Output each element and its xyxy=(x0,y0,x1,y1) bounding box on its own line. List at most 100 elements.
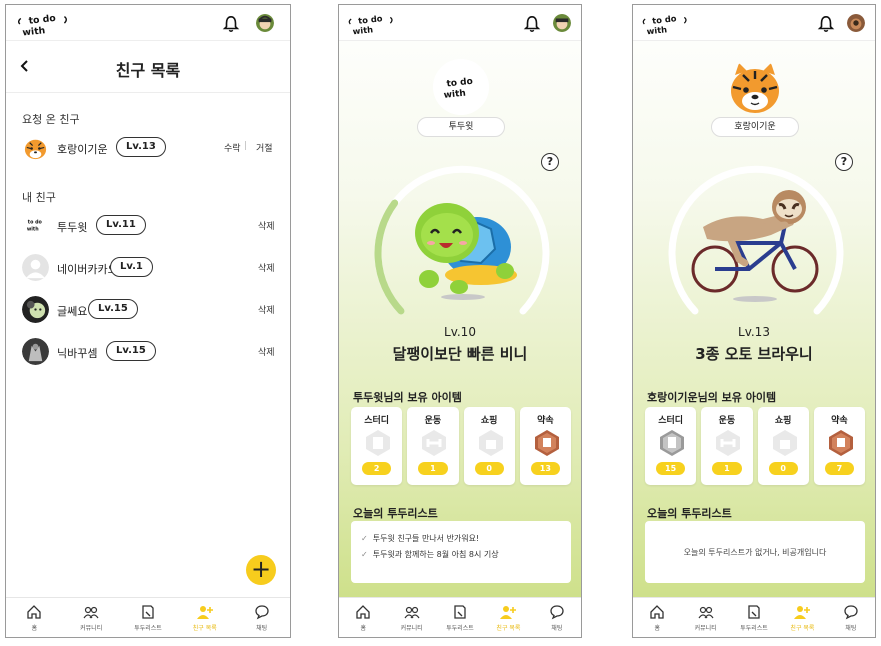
add-friend-icon xyxy=(794,606,811,619)
exercise-badge-icon xyxy=(420,429,448,457)
friend-row: 글쎄요 Lv.15 삭제 xyxy=(22,295,276,325)
nav-home[interactable]: 홈 xyxy=(6,598,63,637)
level-text: Lv.10 xyxy=(444,325,476,339)
friend-name[interactable]: 글쎄요 xyxy=(57,303,87,319)
nav-community[interactable]: 커뮤니티 xyxy=(387,598,435,637)
add-friend-icon xyxy=(196,606,213,619)
item-card-study[interactable]: 스터디 15 xyxy=(645,407,697,485)
chat-icon xyxy=(550,605,564,620)
nav-home[interactable]: 홈 xyxy=(339,598,387,637)
bottom-navigation: 홈 커뮤니티 투두리스트 친구 목록 채팅 xyxy=(633,597,875,637)
page-header: 친구 목록 xyxy=(6,41,290,93)
notification-bell-icon[interactable] xyxy=(817,15,835,33)
divider: | xyxy=(244,141,248,151)
character-name: 달팽이보단 빠른 비니 xyxy=(392,345,528,363)
username-pill: 투두윗 xyxy=(417,117,505,137)
app-logo[interactable]: to do with xyxy=(16,11,72,39)
appointment-badge-icon xyxy=(827,429,855,457)
nav-friends[interactable]: 친구 목록 xyxy=(176,598,233,637)
check-icon: ✓ xyxy=(361,534,368,543)
reject-button[interactable]: 거절 xyxy=(256,141,273,154)
home-icon xyxy=(650,605,664,619)
todo-item: ✓ 투두윗과 함께하는 8월 아침 8시 기상 xyxy=(361,550,499,559)
shopping-badge-icon xyxy=(477,429,505,457)
svg-text:with: with xyxy=(27,226,39,232)
chat-icon xyxy=(254,605,269,620)
item-card-shopping[interactable]: 쇼핑 0 xyxy=(463,407,515,485)
nav-chat[interactable]: 채팅 xyxy=(233,598,290,637)
delete-friend-button[interactable]: 삭제 xyxy=(258,345,275,358)
friend-photo-avatar[interactable] xyxy=(22,338,49,365)
empty-todo-message: 오늘의 투두리스트가 없거나, 비공개입니다 xyxy=(683,548,827,557)
friend-profile-screen: to do with 호랑이기운 ? Lv.13 3종 오토 브라우니 호랑이기… xyxy=(632,4,876,638)
nav-home[interactable]: 홈 xyxy=(633,598,681,637)
default-user-avatar[interactable] xyxy=(22,254,49,281)
page-title: 친구 목록 xyxy=(115,61,181,80)
appointment-badge-icon xyxy=(533,429,561,457)
nav-friends[interactable]: 친구 목록 xyxy=(484,598,532,637)
profile-avatar-icon[interactable] xyxy=(847,14,865,32)
friend-row: to do with 투두윗 Lv.11 삭제 xyxy=(22,211,276,241)
nav-todolist[interactable]: 투두리스트 xyxy=(436,598,484,637)
item-card-study[interactable]: 스터디 2 xyxy=(351,407,403,485)
top-bar: to do with xyxy=(633,5,875,41)
study-badge-icon xyxy=(364,429,392,457)
items-section-title: 투두윗님의 보유 아이템 xyxy=(353,391,462,404)
level-badge: Lv.13 xyxy=(116,137,166,157)
notification-bell-icon[interactable] xyxy=(222,15,240,33)
items-section-title: 호랑이기운님의 보유 아이템 xyxy=(647,391,777,404)
todolist-icon xyxy=(748,605,760,619)
level-text: Lv.13 xyxy=(738,325,770,339)
item-card-exercise[interactable]: 운동 1 xyxy=(701,407,753,485)
todowith-logo-avatar: to do with xyxy=(433,59,489,115)
requests-section-label: 요청 온 친구 xyxy=(22,113,80,126)
friend-request-row: 호랑이기운 Lv.13 수락 | 거절 xyxy=(22,133,276,163)
item-card-shopping[interactable]: 쇼핑 0 xyxy=(757,407,809,485)
svg-text:with: with xyxy=(646,24,667,36)
friend-name[interactable]: 닉바꾸셈 xyxy=(57,345,97,361)
delete-friend-button[interactable]: 삭제 xyxy=(258,261,275,274)
community-icon xyxy=(698,606,714,619)
friend-name[interactable]: 투두윗 xyxy=(57,219,87,235)
nav-friends[interactable]: 친구 목록 xyxy=(778,598,826,637)
nav-chat[interactable]: 채팅 xyxy=(827,598,875,637)
level-badge: Lv.15 xyxy=(88,299,138,319)
notification-bell-icon[interactable] xyxy=(523,15,541,33)
item-card-exercise[interactable]: 운동 1 xyxy=(407,407,459,485)
turtle-character-image xyxy=(395,185,527,303)
item-card-appointment[interactable]: 약속 7 xyxy=(813,407,865,485)
add-friend-fab-button[interactable]: + xyxy=(246,555,276,585)
owned-items: 스터디 2 운동 1 쇼핑 0 약속 13 xyxy=(351,407,571,485)
delete-friend-button[interactable]: 삭제 xyxy=(258,303,275,316)
help-button[interactable]: ? xyxy=(835,153,853,171)
delete-friend-button[interactable]: 삭제 xyxy=(258,219,275,232)
profile-avatar-icon[interactable] xyxy=(256,14,274,32)
accept-button[interactable]: 수락 xyxy=(224,141,241,154)
shopping-badge-icon xyxy=(771,429,799,457)
friend-profile-screen: to do with to do with 투두윗 ? Lv.10 달팽이보단 … xyxy=(338,4,582,638)
todo-section-title: 오늘의 투두리스트 xyxy=(647,507,732,520)
my-friends-section-label: 내 친구 xyxy=(22,191,56,204)
nav-chat[interactable]: 채팅 xyxy=(533,598,581,637)
help-button[interactable]: ? xyxy=(541,153,559,171)
community-icon xyxy=(83,606,99,619)
item-card-appointment[interactable]: 약속 13 xyxy=(519,407,571,485)
app-logo[interactable]: to do with xyxy=(641,11,691,37)
nav-todolist[interactable]: 투두리스트 xyxy=(730,598,778,637)
nav-todolist[interactable]: 투두리스트 xyxy=(120,598,177,637)
todo-list: ✓ 투두윗 친구들 만나서 반가워요! ✓ 투두윗과 함께하는 8월 아침 8시 기… xyxy=(351,521,571,583)
nav-community[interactable]: 커뮤니티 xyxy=(63,598,120,637)
friend-photo-avatar[interactable] xyxy=(22,296,49,323)
todowith-logo-avatar[interactable]: to do with xyxy=(22,212,49,239)
app-logo[interactable]: to do with xyxy=(347,11,397,37)
profile-avatar-icon[interactable] xyxy=(553,14,571,32)
bottom-navigation: 홈 커뮤니티 투두리스트 친구 목록 채팅 xyxy=(339,597,581,637)
username-pill: 호랑이기운 xyxy=(711,117,799,137)
todolist-icon xyxy=(454,605,466,619)
tiger-avatar[interactable] xyxy=(22,134,49,161)
friend-name[interactable]: 호랑이기운 xyxy=(57,141,108,157)
friend-name[interactable]: 네이버카카오 xyxy=(57,261,118,277)
friend-list-screen: to do with 친구 목록 요청 온 친구 호랑이기운 Lv.13 수락 |… xyxy=(5,4,291,638)
nav-community[interactable]: 커뮤니티 xyxy=(681,598,729,637)
friend-row: 네이버카카오 Lv.1 삭제 xyxy=(22,253,276,283)
